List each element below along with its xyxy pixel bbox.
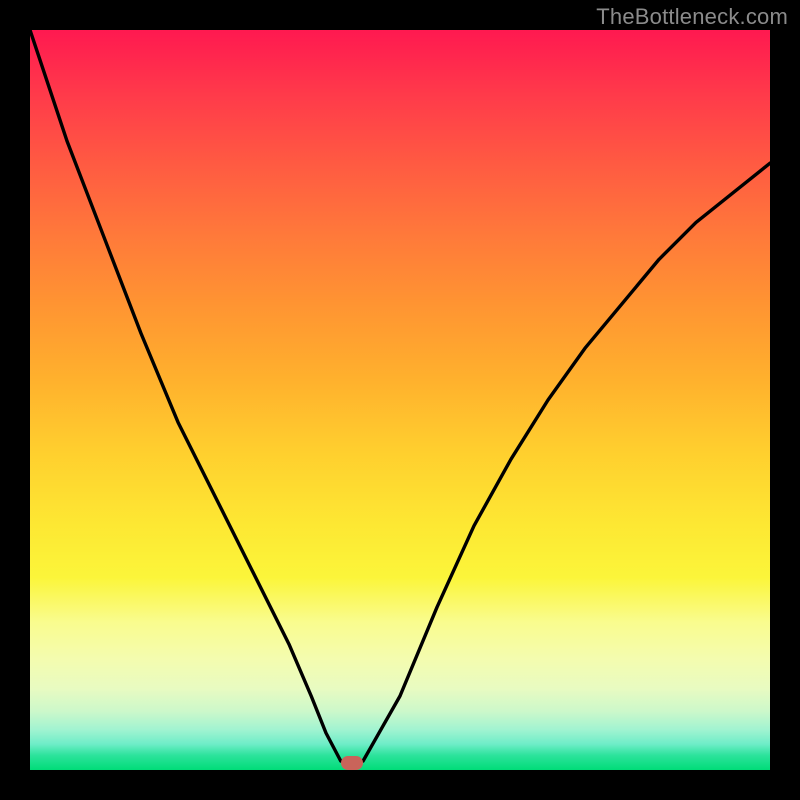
plot-area xyxy=(30,30,770,770)
minimum-marker xyxy=(341,756,363,770)
chart-frame: TheBottleneck.com xyxy=(0,0,800,800)
bottleneck-curve xyxy=(30,30,770,763)
watermark-text: TheBottleneck.com xyxy=(596,4,788,30)
curve-svg xyxy=(30,30,770,770)
